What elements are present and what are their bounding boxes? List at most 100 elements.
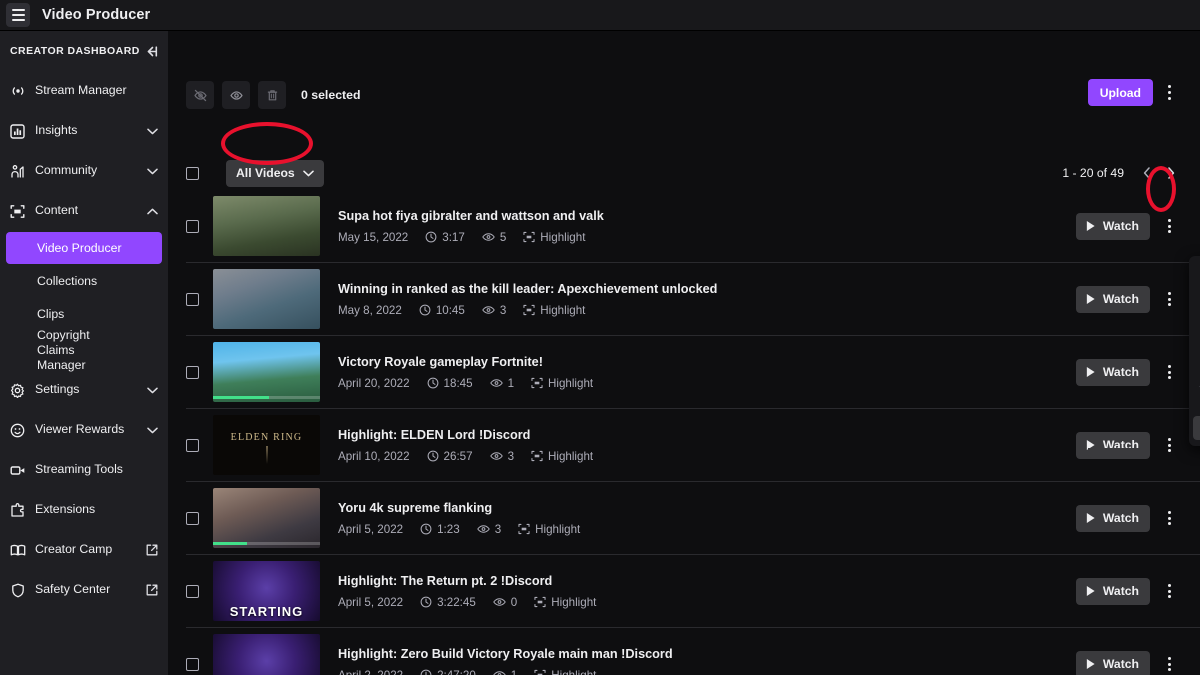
sidebar-item-clips[interactable]: Clips	[6, 298, 162, 330]
watch-button[interactable]: Watch	[1075, 650, 1150, 675]
sidebar-item-creator-camp[interactable]: Creator Camp	[0, 530, 168, 570]
upload-button[interactable]: Upload	[1087, 79, 1153, 106]
table-row[interactable]: ELDEN RING Highlight: ELDEN Lord !Discord…	[186, 409, 1200, 482]
sidebar-item-community[interactable]: Community	[0, 151, 168, 191]
row-kebab-menu-icon[interactable]	[1156, 578, 1182, 605]
table-row[interactable]: Supa hot fiya gibralter and wattson and …	[186, 190, 1200, 263]
watch-button[interactable]: Watch	[1075, 577, 1150, 605]
toolbar-kebab-menu-icon[interactable]	[1156, 79, 1182, 106]
video-title[interactable]: Winning in ranked as the kill leader: Ap…	[338, 282, 1076, 296]
row-checkbox[interactable]	[186, 584, 199, 598]
watch-button-partial[interactable]	[1088, 448, 1150, 458]
book-icon	[9, 542, 26, 559]
video-title[interactable]: Highlight: ELDEN Lord !Discord	[338, 428, 1076, 442]
row-context-menu: Edit Add to Download Watch	[1189, 256, 1200, 446]
menu-item-watch[interactable]: Watch	[1193, 333, 1200, 357]
video-date: April 2, 2022	[338, 668, 404, 675]
video-meta: April 5, 2022 3:22:45 0 Highlight	[338, 596, 1076, 609]
clock-icon	[427, 377, 438, 389]
row-kebab-menu-icon[interactable]	[1156, 651, 1182, 675]
hamburger-icon[interactable]	[6, 3, 30, 27]
collapse-sidebar-icon[interactable]	[143, 45, 158, 58]
chevron-down-icon[interactable]	[147, 128, 158, 135]
bulk-unpublish-button[interactable]	[186, 81, 214, 109]
table-row[interactable]: Yoru 4k supreme flanking April 5, 2022 1:2…	[186, 482, 1200, 555]
video-thumbnail[interactable]	[213, 488, 320, 548]
row-kebab-menu-icon[interactable]	[1156, 505, 1182, 532]
row-kebab-menu-icon[interactable]	[1156, 432, 1182, 459]
sidebar-item-collections[interactable]: Collections	[6, 265, 162, 297]
sidebar-item-extensions[interactable]: Extensions	[0, 490, 168, 530]
video-title[interactable]: Yoru 4k supreme flanking	[338, 501, 1076, 515]
chevron-down-icon[interactable]	[147, 387, 158, 394]
row-checkbox[interactable]	[186, 511, 199, 525]
video-title[interactable]: Highlight: The Return pt. 2 !Discord	[338, 574, 1076, 588]
row-actions: Watch	[1075, 650, 1200, 675]
watch-button[interactable]: Watch	[1075, 212, 1150, 240]
video-filter-dropdown[interactable]: All Videos	[226, 159, 324, 187]
sidebar-item-settings[interactable]: Settings	[0, 370, 168, 410]
chevron-down-icon[interactable]	[147, 427, 158, 434]
watch-button[interactable]: Watch	[1075, 285, 1150, 313]
row-checkbox[interactable]	[186, 292, 199, 306]
eye-icon	[476, 525, 490, 533]
sidebar-item-insights[interactable]: Insights	[0, 111, 168, 151]
chevron-up-icon[interactable]	[147, 208, 158, 215]
select-all-checkbox[interactable]	[186, 166, 199, 180]
video-type-label: Highlight	[540, 303, 586, 317]
watch-button-label: Watch	[1102, 292, 1139, 306]
menu-item-download[interactable]: Download	[1193, 309, 1200, 333]
clock-icon	[420, 669, 432, 675]
content-icon	[534, 669, 546, 675]
video-thumbnail[interactable]: ELDEN RING	[213, 415, 320, 475]
sidebar-header: CREATOR DASHBOARD	[0, 31, 168, 71]
video-date: April 5, 2022	[338, 522, 404, 536]
sidebar-item-copyright-claims-manager[interactable]: Copyright Claims Manager	[6, 328, 162, 372]
sidebar-item-safety-center[interactable]: Safety Center	[0, 570, 168, 610]
video-title[interactable]: Supa hot fiya gibralter and wattson and …	[338, 209, 1076, 223]
video-title[interactable]: Victory Royale gameplay Fortnite!	[338, 355, 1076, 369]
watch-button[interactable]: Watch	[1075, 358, 1150, 386]
bulk-publish-button[interactable]	[222, 81, 250, 109]
video-thumbnail[interactable]: STARTING	[213, 561, 320, 621]
sidebar-item-stream-manager[interactable]: Stream Manager	[0, 71, 168, 111]
next-page-button[interactable]	[1160, 162, 1182, 184]
prev-page-button[interactable]	[1136, 162, 1158, 184]
row-checkbox[interactable]	[186, 365, 199, 379]
row-checkbox[interactable]	[186, 657, 199, 671]
table-row[interactable]: STARTING Highlight: The Return pt. 2 !Dis…	[186, 555, 1200, 628]
video-title[interactable]: Highlight: Zero Build Victory Royale mai…	[338, 647, 1076, 661]
video-thumbnail[interactable]	[213, 342, 320, 402]
play-icon	[1086, 293, 1095, 305]
row-checkbox[interactable]	[186, 219, 199, 233]
thumbnail-caption: STARTING	[229, 604, 304, 619]
watch-button[interactable]: Watch	[1075, 504, 1150, 532]
video-thumbnail[interactable]	[213, 269, 320, 329]
row-kebab-menu-icon[interactable]	[1156, 213, 1182, 240]
table-row[interactable]: Winning in ranked as the kill leader: Ap…	[186, 263, 1200, 336]
menu-item-unpublish[interactable]: Unpublish	[1193, 393, 1200, 417]
row-kebab-menu-icon[interactable]	[1156, 286, 1182, 313]
sidebar-item-video-producer[interactable]: Video Producer	[6, 232, 162, 264]
row-checkbox[interactable]	[186, 438, 199, 452]
filter-row: All Videos 1 - 20 of 49	[186, 156, 1182, 190]
video-views-label: 1	[507, 376, 515, 390]
menu-item-delete[interactable]: Delete	[1193, 416, 1200, 440]
video-meta: April 5, 2022 1:23 3 Highlight	[338, 523, 1076, 536]
menu-item-edit[interactable]: Edit	[1193, 262, 1200, 286]
chevron-down-icon[interactable]	[147, 168, 158, 175]
menu-item-add-to[interactable]: Add to	[1193, 286, 1200, 310]
video-views: 0	[493, 596, 517, 609]
video-thumbnail[interactable]: STARTING	[213, 634, 320, 675]
menu-item-export[interactable]: Export	[1193, 356, 1200, 380]
table-row[interactable]: Victory Royale gameplay Fortnite! April 2…	[186, 336, 1200, 409]
bulk-delete-button[interactable]	[258, 81, 286, 109]
table-row[interactable]: STARTING Highlight: Zero Build Victory Ro…	[186, 628, 1200, 675]
video-views: 3	[482, 304, 506, 317]
video-thumbnail[interactable]	[213, 196, 320, 256]
sidebar-item-streaming-tools[interactable]: Streaming Tools	[0, 450, 168, 490]
sidebar-item-content[interactable]: Content	[0, 191, 168, 231]
row-kebab-menu-icon[interactable]	[1156, 359, 1182, 386]
sidebar-item-viewer-rewards[interactable]: Viewer Rewards	[0, 410, 168, 450]
watch-progress-bar	[213, 542, 320, 545]
